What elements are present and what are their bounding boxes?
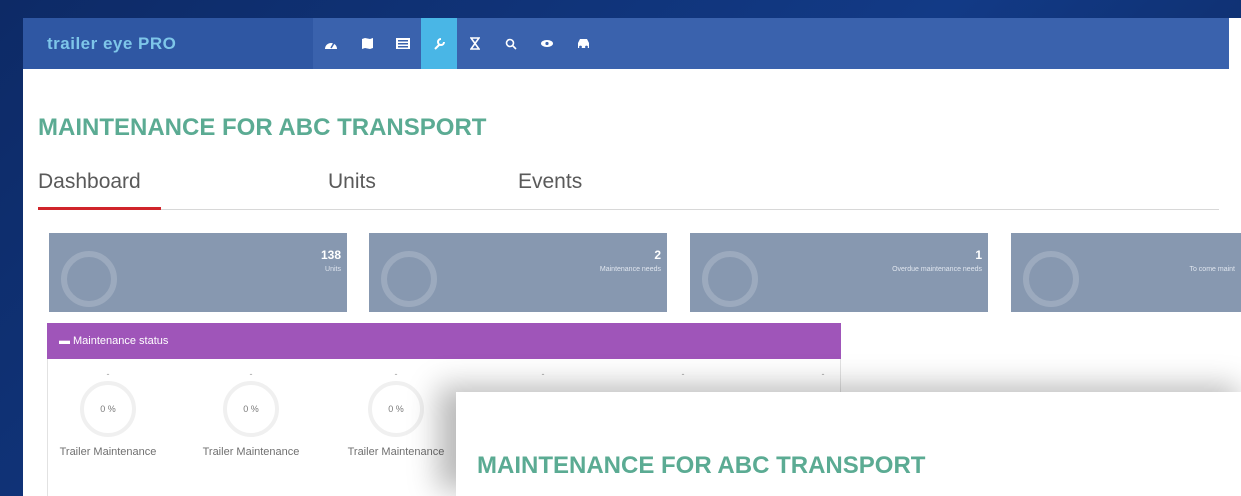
status-dash: - <box>681 369 685 379</box>
percent-ring: 0 % <box>80 381 136 437</box>
status-dash: - <box>249 369 253 379</box>
maintenance-status-header[interactable]: ▬ Maintenance status <box>47 323 841 359</box>
tab-bar: Dashboard Units Events <box>38 170 1219 210</box>
percent-ring: 0 % <box>223 381 279 437</box>
active-tab-indicator <box>38 207 161 210</box>
dashboard-icon[interactable] <box>313 18 349 69</box>
nav-icon-bar <box>313 18 601 69</box>
card-label: Maintenance needs <box>599 266 661 273</box>
top-navbar: trailer eye PRO <box>23 18 1229 69</box>
status-dash: - <box>821 369 825 379</box>
status-name: Trailer Maintenance <box>347 446 445 458</box>
percent-ring: 0 % <box>368 381 424 437</box>
overlay-title: MAINTENANCE FOR ABC TRANSPORT <box>477 452 926 479</box>
eye-icon[interactable] <box>529 18 565 69</box>
overlay-panel: MAINTENANCE FOR ABC TRANSPORT <box>456 392 1241 496</box>
gauge-icon <box>61 251 117 307</box>
logo-text: trailer eye PRO <box>47 33 177 53</box>
status-name: Trailer Maintenance <box>202 446 300 458</box>
status-name: Trailer Maintenance <box>59 446 157 458</box>
list-icon[interactable] <box>385 18 421 69</box>
gauge-icon <box>381 251 437 307</box>
app-screen: trailer eye PRO MAINTENANCE FOR ABC TRAN… <box>23 18 1241 496</box>
search-icon[interactable] <box>493 18 529 69</box>
card-overdue-maintenance[interactable]: 1 Overdue maintenance needs <box>690 233 988 312</box>
card-value: 138 <box>320 248 341 262</box>
hourglass-icon[interactable] <box>457 18 493 69</box>
app-logo[interactable]: trailer eye PRO <box>23 18 313 69</box>
truck-icon[interactable] <box>565 18 601 69</box>
card-label: Units <box>325 266 341 273</box>
status-item: - 0 % Trailer Maintenance <box>341 369 451 459</box>
status-item: - <box>768 369 878 379</box>
card-value: 2 <box>654 248 661 262</box>
tab-units[interactable]: Units <box>328 170 376 194</box>
status-dash: - <box>106 369 110 379</box>
tab-dashboard[interactable]: Dashboard <box>38 170 141 194</box>
gauge-icon <box>702 251 758 307</box>
maintenance-status-title: Maintenance status <box>73 335 169 347</box>
page-title: MAINTENANCE FOR ABC TRANSPORT <box>38 114 487 141</box>
status-percent: 0 % <box>388 404 404 414</box>
card-value: 1 <box>975 248 982 262</box>
card-label: Overdue maintenance needs <box>892 266 982 273</box>
status-percent: 0 % <box>243 404 259 414</box>
status-item: - 0 % Trailer Maintenance <box>196 369 306 459</box>
status-item: - 0 % Trailer Maintenance <box>53 369 163 459</box>
card-maintenance-needs[interactable]: 2 Maintenance needs <box>369 233 667 312</box>
status-dash: - <box>541 369 545 379</box>
wrench-icon[interactable] <box>421 18 457 69</box>
map-icon[interactable] <box>349 18 385 69</box>
card-to-come-maintenance[interactable]: To come maint <box>1011 233 1241 312</box>
tab-events[interactable]: Events <box>518 170 582 194</box>
status-item: - <box>488 369 598 379</box>
status-percent: 0 % <box>100 404 116 414</box>
collapse-icon[interactable]: ▬ <box>59 335 70 347</box>
card-units[interactable]: 138 Units <box>49 233 347 312</box>
gauge-icon <box>1023 251 1079 307</box>
card-label: To come maint <box>1189 266 1235 273</box>
status-dash: - <box>394 369 398 379</box>
status-item: - <box>628 369 738 379</box>
